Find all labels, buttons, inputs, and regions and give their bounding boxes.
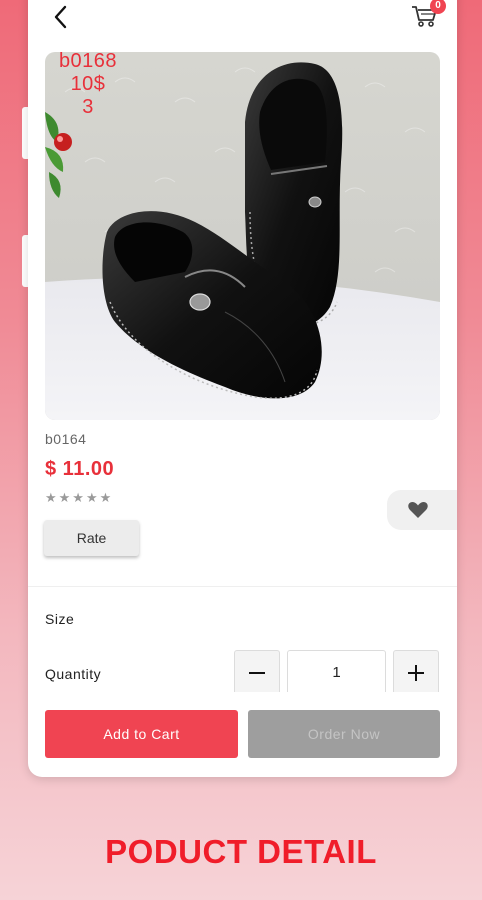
chevron-left-icon bbox=[54, 5, 67, 29]
top-bar: 0 bbox=[28, 0, 457, 34]
overlay-line-code: b0168 bbox=[58, 50, 118, 72]
minus-icon bbox=[249, 672, 265, 674]
quantity-increase-button[interactable] bbox=[393, 650, 439, 696]
page-caption: PODUCT DETAIL bbox=[105, 833, 377, 870]
rating-stars: ★★★★★ bbox=[45, 490, 114, 505]
image-overlay-text: b0168 10$ 3 bbox=[48, 50, 128, 119]
section-divider bbox=[28, 586, 457, 587]
size-label: Size bbox=[45, 611, 75, 627]
quantity-label: Quantity bbox=[45, 666, 102, 682]
order-now-button[interactable]: Order Now bbox=[248, 710, 440, 758]
rate-button[interactable]: Rate bbox=[44, 520, 139, 556]
quantity-field[interactable]: 1 bbox=[287, 650, 386, 696]
favorite-button[interactable] bbox=[387, 490, 457, 530]
overlay-line-price: 10$ bbox=[70, 73, 106, 95]
quantity-decrease-button[interactable] bbox=[234, 650, 280, 696]
plus-icon bbox=[408, 665, 424, 681]
quantity-clip bbox=[28, 692, 457, 712]
heart-icon bbox=[408, 502, 428, 518]
overlay-line-number: 3 bbox=[82, 96, 94, 118]
product-code: b0164 bbox=[45, 431, 87, 447]
product-price: $ 11.00 bbox=[45, 458, 115, 480]
product-detail-card: 0 b0168 10$ 3 b0164 $ 11.00 ★★★★★ Rate S… bbox=[28, 0, 457, 777]
add-to-cart-button[interactable]: Add to Cart bbox=[45, 710, 238, 758]
back-button[interactable] bbox=[48, 3, 76, 31]
